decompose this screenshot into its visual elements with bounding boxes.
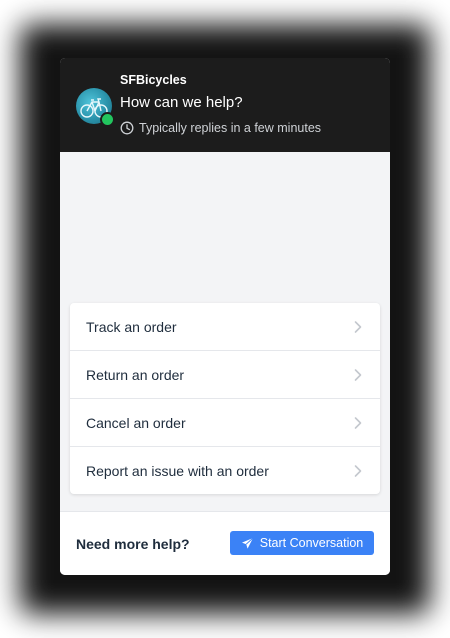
need-help-text: Need more help? — [76, 536, 190, 552]
chevron-right-icon — [354, 416, 362, 429]
chevron-right-icon — [354, 464, 362, 477]
chevron-right-icon — [354, 368, 362, 381]
brand-name: SFBicycles — [120, 73, 187, 87]
menu-item-label: Report an issue with an order — [86, 462, 269, 479]
reply-time-row: Typically replies in a few minutes — [120, 121, 321, 135]
menu-item-cancel-order[interactable]: Cancel an order — [70, 399, 380, 447]
reply-time-text: Typically replies in a few minutes — [139, 121, 322, 135]
widget-header: SFBicycles How can we help? Typically re… — [60, 58, 390, 152]
menu-item-report-issue[interactable]: Report an issue with an order — [70, 447, 380, 494]
clock-icon — [120, 121, 134, 135]
widget-footer: Need more help? Start Conversation — [60, 511, 390, 575]
online-status-dot — [100, 112, 115, 127]
chevron-right-icon — [354, 320, 362, 333]
widget-title: How can we help? — [120, 94, 243, 111]
paper-plane-icon — [241, 537, 254, 549]
start-conversation-label: Start Conversation — [259, 536, 364, 550]
quick-actions-menu: Track an order Return an order Cancel an… — [70, 303, 380, 494]
start-conversation-button[interactable]: Start Conversation — [230, 531, 374, 555]
menu-item-track-order[interactable]: Track an order — [70, 303, 380, 351]
menu-item-label: Track an order — [86, 318, 177, 335]
menu-item-label: Return an order — [86, 366, 185, 383]
menu-item-label: Cancel an order — [86, 414, 186, 431]
menu-item-return-order[interactable]: Return an order — [70, 351, 380, 399]
help-widget: SFBicycles How can we help? Typically re… — [60, 58, 390, 575]
